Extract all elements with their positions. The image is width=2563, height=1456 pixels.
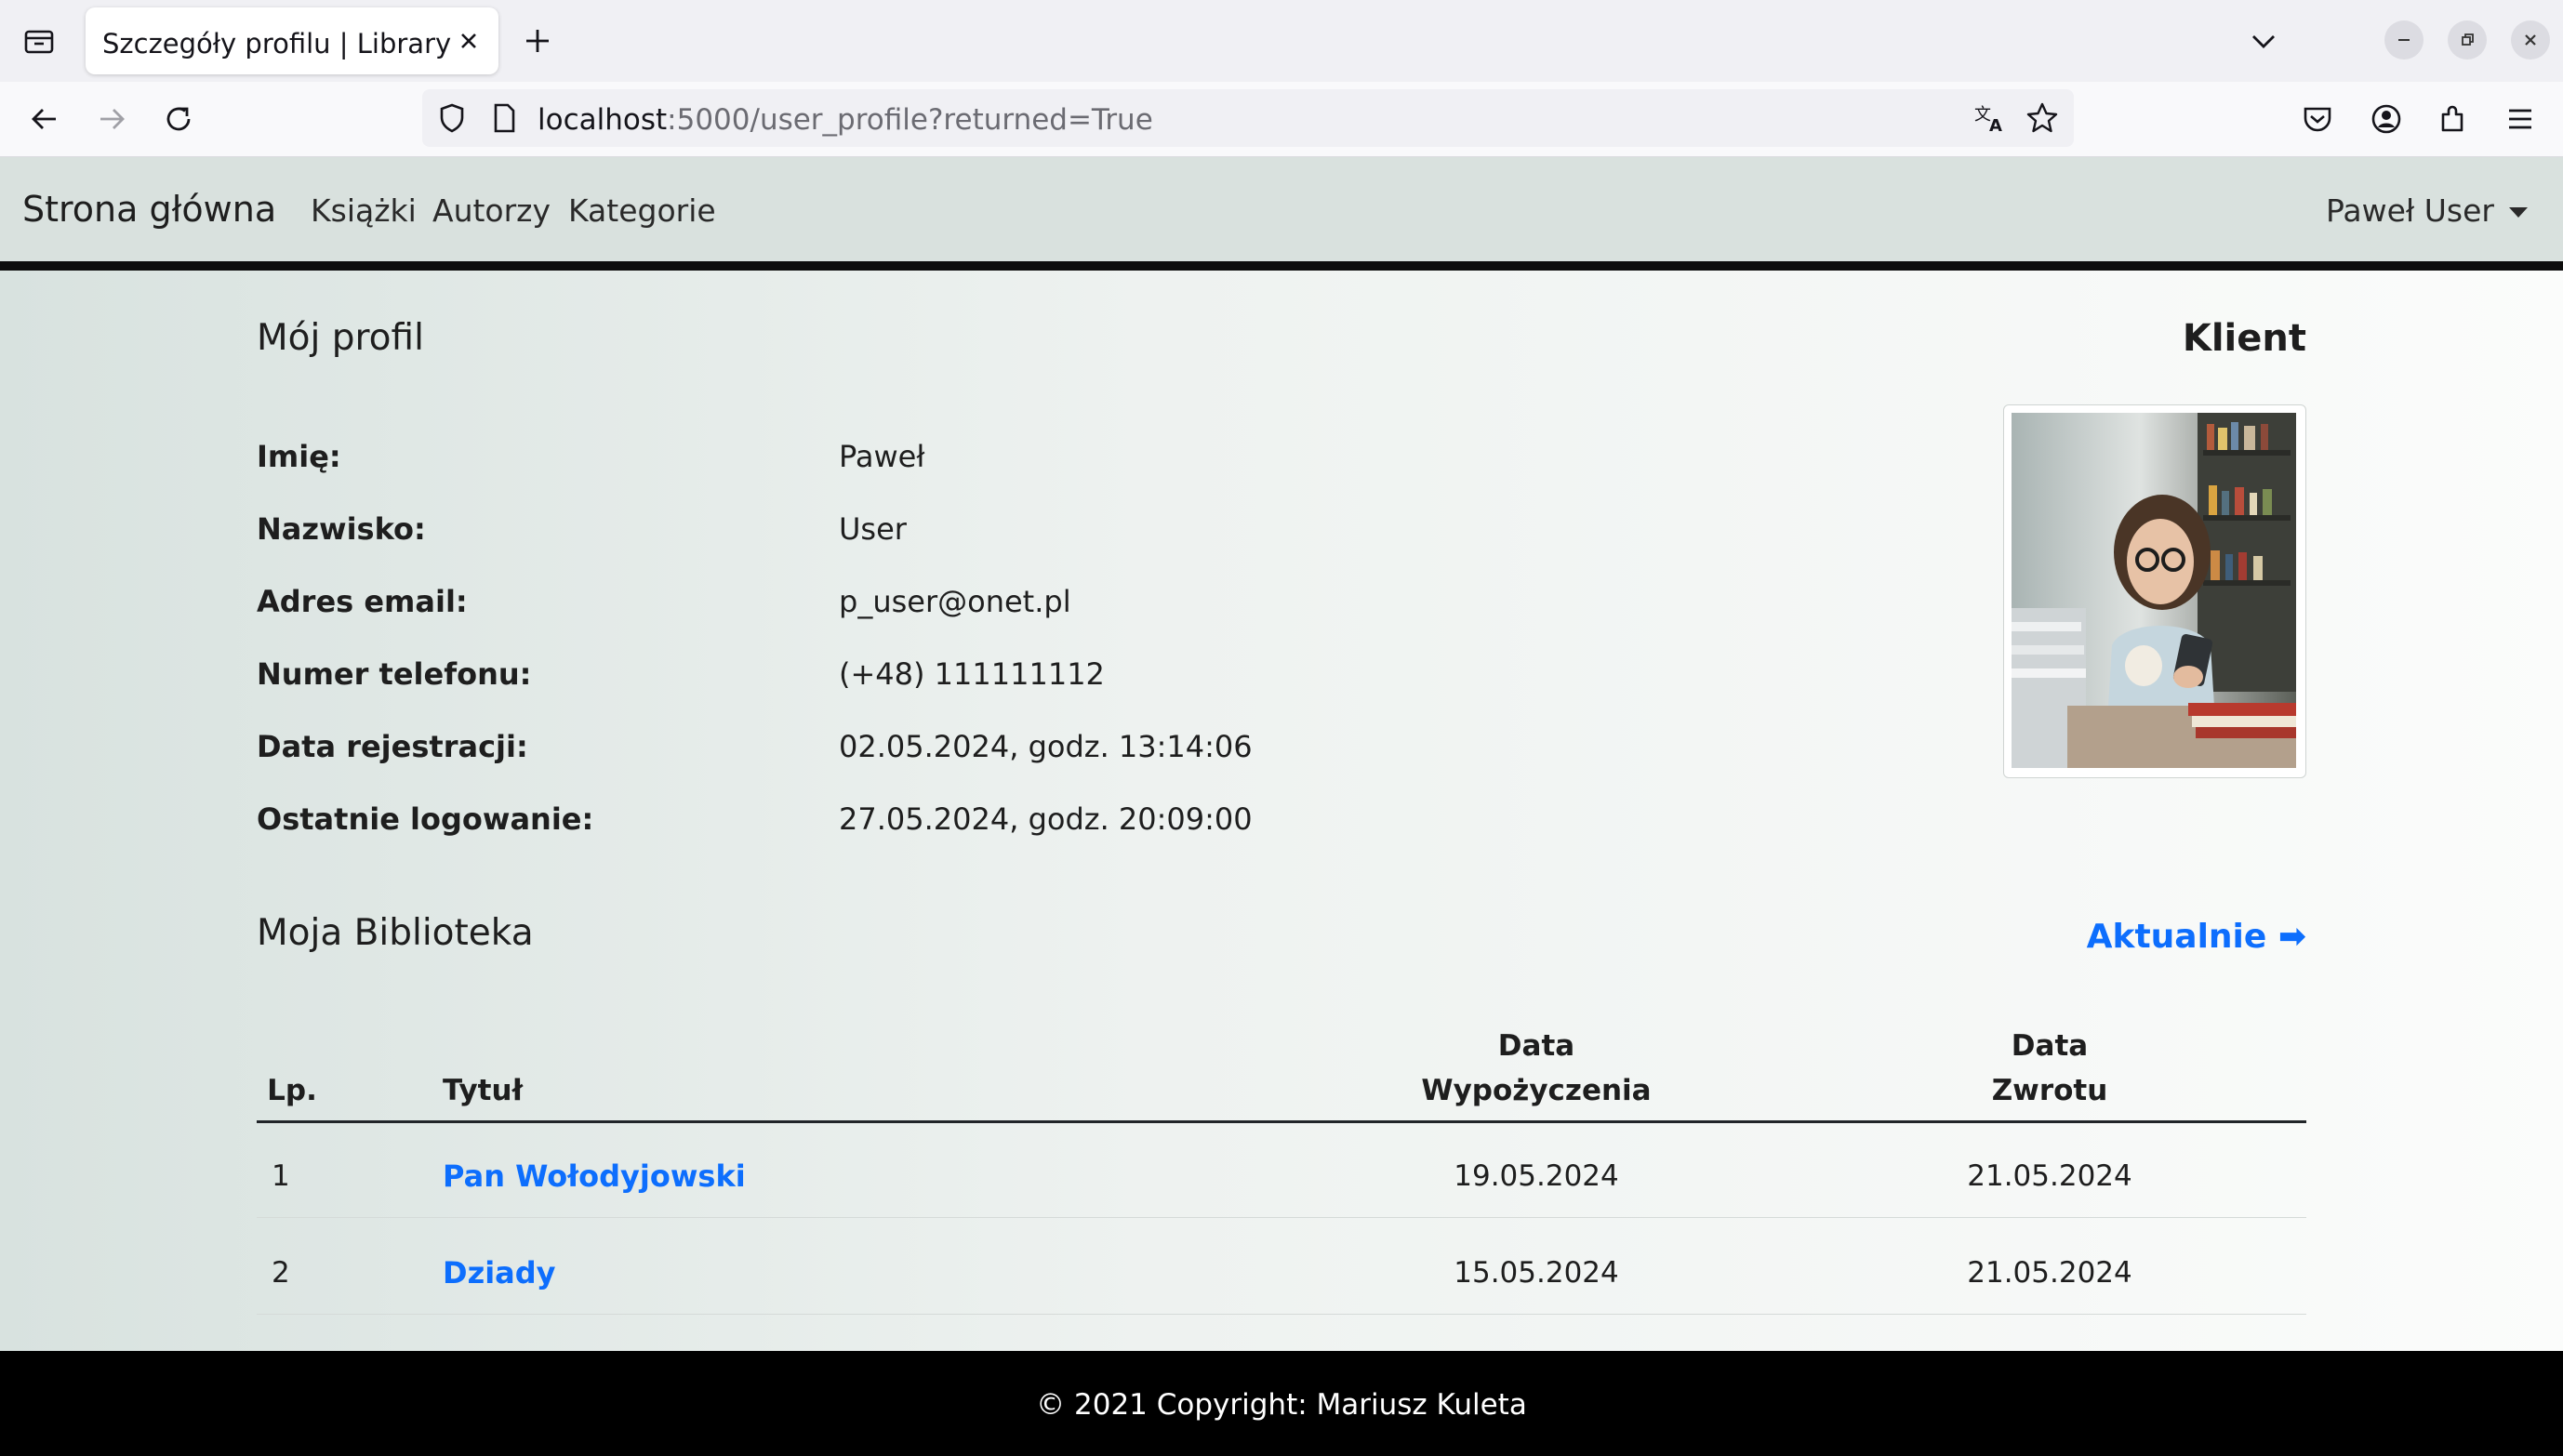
url-host: localhost — [538, 103, 668, 137]
pocket-icon[interactable] — [2299, 100, 2336, 138]
caret-down-icon — [2509, 207, 2528, 218]
first-name-value: Paweł — [839, 439, 925, 474]
profile-photo-image — [2012, 413, 2296, 768]
address-bar[interactable]: localhost:5000/user_profile?returned=Tru… — [422, 89, 2074, 147]
column-header-title: Tytuł — [443, 1074, 524, 1107]
row-number: 2 — [272, 1256, 290, 1290]
site-footer: © 2021 Copyright: Mariusz Kuleta — [0, 1351, 2563, 1456]
column-header-return-line1: Data — [2011, 1029, 2089, 1063]
column-header-borrow-line2: Wypożyczenia — [1421, 1074, 1652, 1107]
last-login-value: 27.05.2024, godz. 20:09:00 — [839, 801, 1253, 837]
book-title-link[interactable]: Pan Wołodyjowski — [443, 1158, 746, 1194]
close-tab-icon[interactable] — [452, 24, 485, 58]
nav-link-authors[interactable]: Autorzy — [432, 192, 551, 229]
column-header-return-date: Data Zwrotu — [1882, 1024, 2217, 1113]
profile-heading: Mój profil — [257, 317, 424, 359]
borrow-date: 15.05.2024 — [1454, 1256, 1619, 1290]
return-date: 21.05.2024 — [1967, 1159, 2132, 1193]
borrow-date: 19.05.2024 — [1454, 1159, 1619, 1193]
extensions-icon[interactable] — [2435, 100, 2472, 138]
user-role: Klient — [2182, 317, 2306, 360]
brand-link[interactable]: Strona główna — [22, 189, 276, 230]
row-divider — [257, 1217, 2306, 1218]
phone-value: (+48) 111111112 — [839, 656, 1105, 692]
browser-toolbar: localhost:5000/user_profile?returned=Tru… — [0, 82, 2563, 157]
reload-icon[interactable] — [160, 100, 197, 138]
svg-text:A: A — [1989, 116, 2002, 136]
book-title-link[interactable]: Dziady — [443, 1255, 556, 1291]
browser-tab-active[interactable]: Szczegóły profilu | Library — [86, 7, 498, 74]
current-loans-link[interactable]: Aktualnie ➡ — [2087, 918, 2306, 956]
chevron-down-icon[interactable] — [2245, 22, 2282, 60]
email-label: Adres email: — [257, 584, 468, 619]
return-date: 21.05.2024 — [1967, 1256, 2132, 1290]
main-content: Mój profil Klient Imię: Paweł Nazwisko: … — [0, 271, 2563, 1351]
row-number: 1 — [272, 1159, 290, 1193]
bookmark-star-icon[interactable] — [2024, 99, 2061, 137]
row-divider — [257, 1314, 2306, 1315]
account-icon[interactable] — [2368, 100, 2405, 138]
nav-link-categories[interactable]: Kategorie — [568, 192, 716, 229]
column-header-return-line2: Zwrotu — [1991, 1074, 2108, 1107]
forward-arrow-icon[interactable] — [93, 100, 130, 138]
profile-photo — [2003, 404, 2306, 778]
column-header-borrow-date: Data Wypożyczenia — [1369, 1024, 1704, 1113]
column-header-borrow-line1: Data — [1497, 1029, 1575, 1063]
column-header-lp: Lp. — [267, 1074, 317, 1107]
table-header-divider — [257, 1120, 2306, 1123]
library-heading: Moja Biblioteka — [257, 912, 534, 954]
email-value: p_user@onet.pl — [839, 584, 1071, 619]
hamburger-menu-icon[interactable] — [2502, 100, 2539, 138]
minimize-window-icon[interactable] — [2384, 20, 2424, 60]
url-path: :5000/user_profile?returned=True — [667, 103, 1153, 137]
navbar-border — [0, 261, 2563, 271]
new-tab-icon[interactable] — [521, 24, 554, 58]
last-name-value: User — [839, 511, 907, 547]
user-dropdown[interactable]: Paweł User — [2326, 192, 2528, 229]
phone-label: Numer telefonu: — [257, 656, 532, 692]
translate-icon[interactable]: 文A — [1972, 99, 2009, 137]
browser-tab-strip: Szczegóły profilu | Library — [0, 0, 2563, 83]
copyright-text: © 2021 Copyright: Mariusz Kuleta — [1036, 1388, 1527, 1422]
shield-icon[interactable] — [433, 99, 471, 137]
registration-date-value: 02.05.2024, godz. 13:14:06 — [839, 729, 1253, 764]
last-name-label: Nazwisko: — [257, 511, 426, 547]
page-icon[interactable] — [485, 99, 523, 137]
tab-title: Szczegóły profilu | Library — [102, 28, 452, 60]
close-window-icon[interactable] — [2511, 20, 2550, 60]
nav-link-books[interactable]: Książki — [311, 192, 417, 229]
restore-window-icon[interactable] — [2448, 20, 2487, 60]
user-name: Paweł User — [2325, 192, 2494, 229]
url-text[interactable]: localhost:5000/user_profile?returned=Tru… — [538, 103, 1153, 137]
first-name-label: Imię: — [257, 439, 341, 474]
back-arrow-icon[interactable] — [26, 100, 63, 138]
last-login-label: Ostatnie logowanie: — [257, 801, 594, 837]
registration-date-label: Data rejestracji: — [257, 729, 528, 764]
site-navbar: Strona główna Książki Autorzy Kategorie … — [0, 157, 2563, 261]
tab-list-icon[interactable] — [20, 22, 58, 60]
